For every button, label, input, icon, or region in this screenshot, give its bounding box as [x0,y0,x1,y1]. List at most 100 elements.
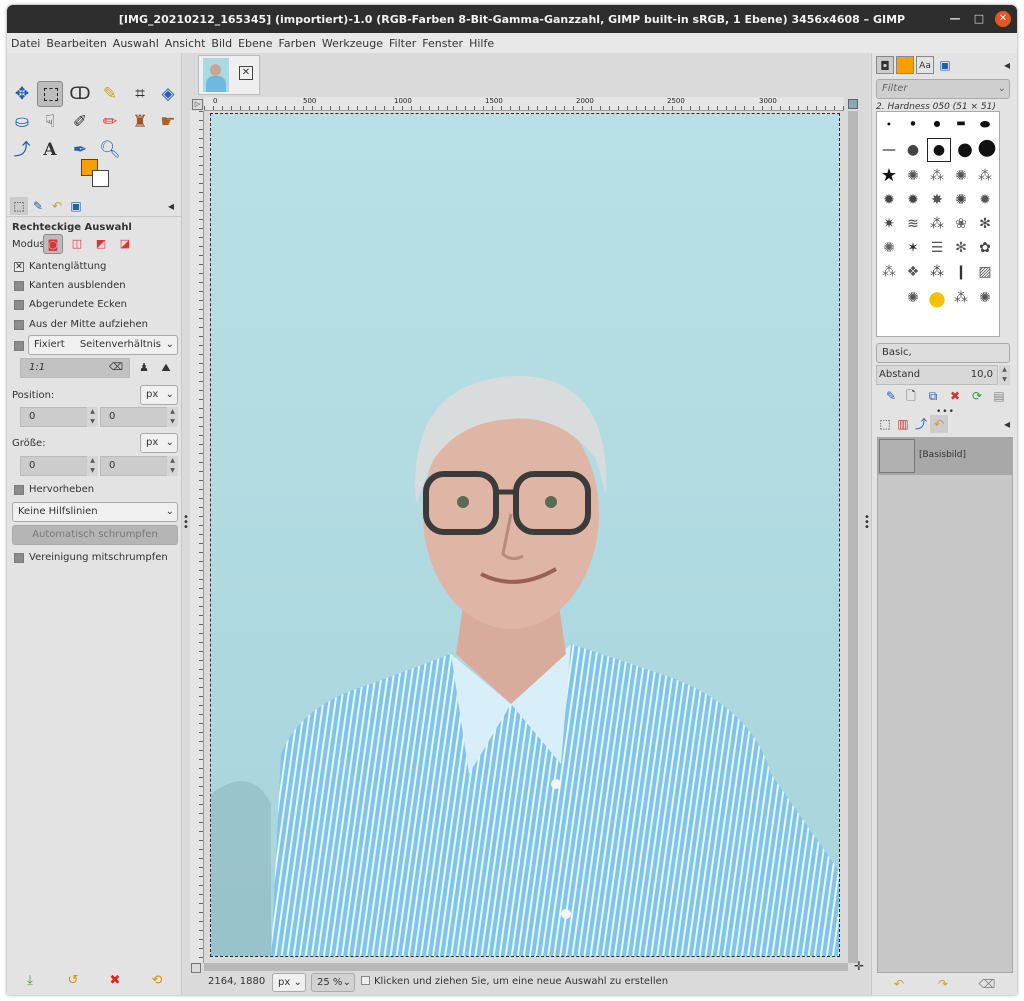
menu-auswahl[interactable]: Auswahl [113,37,159,50]
device-status-tab-icon[interactable]: ✎ [29,197,47,215]
delete-brush-icon[interactable]: ✖ [946,387,964,405]
left-dock-grip[interactable]: • • • [183,513,189,533]
brush-tag-field[interactable]: Basic, [876,343,1010,363]
menu-farben[interactable]: Farben [279,37,316,50]
menu-fenster[interactable]: Fenster [422,37,463,50]
unit-combo[interactable]: px ⌄ [272,973,306,992]
paths-tool-icon[interactable]: ⤴ [9,137,35,163]
redo-icon[interactable]: ↷ [934,975,952,993]
zoom-to-fit-icon[interactable] [848,99,858,109]
channels-tab-icon[interactable]: ▥ [894,415,912,433]
images-tab-icon[interactable]: ▣ [67,197,85,215]
position-x-stepper[interactable]: ▲ ▼ [87,407,98,427]
highlight-checkbox[interactable] [14,485,24,495]
maximize-icon[interactable]: □ [971,11,987,27]
layer-row[interactable]: [Basisbild] [877,437,1013,475]
edit-brush-icon[interactable]: ✎ [882,387,900,405]
mode-subtract-icon[interactable]: ◩ [91,234,111,254]
brushes-tab-icon[interactable]: ◘ [876,56,894,74]
delete-options-icon[interactable]: ✖ [104,970,126,992]
menu-werkzeuge[interactable]: Werkzeuge [322,37,383,50]
refresh-brushes-icon[interactable]: ⟳ [968,387,986,405]
autoshrink-button[interactable]: Automatisch schrumpfen [12,525,178,545]
shrink-merged-checkbox[interactable] [14,553,24,563]
warp-tool-icon[interactable]: ☟ [37,109,63,135]
ratio-field[interactable]: 1:1 ⌫ [20,358,130,378]
expand-center-checkbox[interactable] [14,320,24,330]
feather-checkbox[interactable] [14,281,24,291]
save-options-icon[interactable]: ⤓ [19,970,41,992]
paintbrush-tool-icon[interactable]: ✐ [67,109,93,135]
size-width-stepper[interactable]: ▲ ▼ [87,456,98,476]
size-height-stepper[interactable]: ▲ ▼ [167,456,178,476]
brush-filter-combo[interactable]: Filter ⌄ [876,79,1010,99]
close-icon[interactable]: ✕ [995,11,1011,27]
menu-bild[interactable]: Bild [211,37,232,50]
size-width-field[interactable]: 0 [20,456,88,476]
image-tab[interactable]: ✕ [198,55,260,95]
menu-ebene[interactable]: Ebene [238,37,272,50]
clear-history-icon[interactable]: ⌫ [978,975,996,993]
clone-tool-icon[interactable]: ♜ [127,109,153,135]
minimize-icon[interactable]: — [947,11,963,27]
dock-menu-icon[interactable]: ◂ [998,415,1016,433]
close-tab-icon[interactable]: ✕ [239,66,253,80]
new-brush-icon[interactable]: 🗋︎ [902,387,920,405]
dock-menu-icon[interactable]: ◂ [162,197,180,215]
transform-tool-icon[interactable]: ◈ [155,81,181,107]
position-y-field[interactable]: 0 [100,407,168,427]
spacing-stepper[interactable]: ▲ ▼ [999,365,1010,385]
menu-hilfe[interactable]: Hilfe [469,37,494,50]
restore-options-icon[interactable]: ↺ [62,970,84,992]
landscape-icon[interactable]: ⛰ [157,358,175,378]
menu-ansicht[interactable]: Ansicht [165,37,206,50]
tool-options-tab-icon[interactable]: ⬚ [10,197,28,215]
horizontal-scrollbar[interactable] [204,963,848,971]
portrait-icon[interactable]: ♟ [135,358,153,378]
rect-select-tool-icon[interactable] [37,81,63,107]
mode-add-icon[interactable]: ◫ [67,234,87,254]
undo-tab-icon[interactable]: ↶ [930,415,948,433]
brush-grid[interactable]: ● ● ● ▬ ⬬ — ● ● ● ● ★ ✺ ⁂ ✺ ⁂ ✹ ✹ ✸ ✺ ✹ … [876,111,1000,337]
document-history-tab-icon[interactable]: ▣ [936,56,954,74]
size-unit-combo[interactable]: px ⌄ [140,433,178,453]
crop-tool-icon[interactable]: ⌗ [127,81,153,107]
open-brush-as-image-icon[interactable]: ▤ [990,387,1008,405]
duplicate-brush-icon[interactable]: ⧉ [924,387,942,405]
eraser-tool-icon[interactable]: ✏ [97,109,123,135]
vertical-scrollbar[interactable] [848,111,858,963]
clear-icon[interactable]: ⌫ [109,359,123,377]
image-menu-icon[interactable]: ▷ [192,99,203,110]
spacing-field[interactable]: Abstand 10,0 [876,365,998,385]
bucket-fill-tool-icon[interactable]: ⛀ [9,109,35,135]
position-x-field[interactable]: 0 [20,407,88,427]
fixed-checkbox[interactable] [14,341,24,351]
zoom-tool-icon[interactable]: 🔍︎ [97,137,123,163]
lasso-tool-icon[interactable]: ↀ [67,81,93,107]
paths-tab-icon[interactable]: ⤴ [912,415,930,433]
zoom-combo[interactable]: 25 % ⌄ [311,973,355,992]
rounded-corners-checkbox[interactable] [14,300,24,310]
mode-intersect-icon[interactable]: ◪ [115,234,135,254]
undo-icon[interactable]: ↶ [890,975,908,993]
dock-menu-icon[interactable]: ◂ [998,56,1016,74]
right-dock-grip[interactable]: • • • [864,513,870,533]
menu-bearbeiten[interactable]: Bearbeiten [46,37,106,50]
fixed-combo[interactable]: Fixiert Seitenverhältnis ⌄ [28,335,178,355]
antialias-checkbox[interactable]: ✕ [14,262,24,272]
smudge-tool-icon[interactable]: ☛ [155,109,181,135]
text-tool-icon[interactable]: A [37,137,63,163]
fuzzy-select-tool-icon[interactable]: ✎ [97,81,123,107]
mode-replace-icon[interactable]: ◙ [43,234,63,254]
move-tool-icon[interactable]: ✥ [9,81,35,107]
reset-options-icon[interactable]: ⟲ [146,970,168,992]
menu-filter[interactable]: Filter [389,37,416,50]
position-y-stepper[interactable]: ▲ ▼ [167,407,178,427]
patterns-tab-icon[interactable] [896,56,914,74]
background-color-swatch[interactable] [92,170,109,187]
image-canvas[interactable] [210,113,840,957]
layers-tab-icon[interactable]: ⬚ [876,415,894,433]
size-height-field[interactable]: 0 [100,456,168,476]
menu-datei[interactable]: Datei [11,37,40,50]
fonts-tab-icon[interactable]: Aa [916,56,934,74]
